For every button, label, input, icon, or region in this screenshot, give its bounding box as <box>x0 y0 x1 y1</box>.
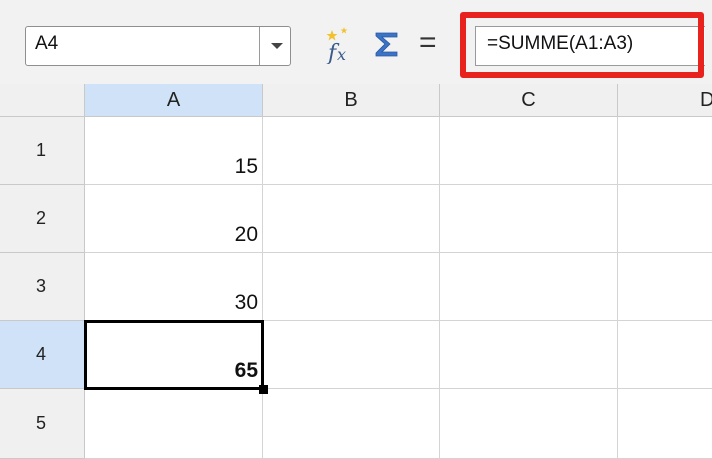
cell-b5[interactable] <box>263 389 440 459</box>
sum-icon[interactable] <box>372 24 402 64</box>
cell-d2[interactable] <box>618 185 712 253</box>
cell-c2[interactable] <box>440 185 618 253</box>
cell-b4[interactable] <box>263 321 440 389</box>
cell-b3[interactable] <box>263 253 440 321</box>
cell-b1[interactable] <box>263 117 440 185</box>
function-wizard-icon[interactable]: f x <box>322 24 358 66</box>
cell-c3[interactable] <box>440 253 618 321</box>
cell-a1-value: 15 <box>234 155 258 178</box>
cell-d5[interactable] <box>618 389 712 459</box>
equals-icon[interactable]: = <box>419 26 437 60</box>
cell-a1[interactable]: 15 <box>85 117 263 185</box>
cell-d3[interactable] <box>618 253 712 321</box>
row-header-2[interactable]: 2 <box>0 185 85 253</box>
cell-a3-value: 30 <box>234 291 258 314</box>
column-header-a[interactable]: A <box>85 84 263 117</box>
name-box-divider <box>259 27 260 65</box>
fill-handle[interactable] <box>259 385 268 394</box>
cell-c4[interactable] <box>440 321 618 389</box>
cell-selection-outline <box>84 320 264 390</box>
formula-bar: A4 f x = =SUMME(A1:A3) <box>0 0 712 85</box>
cell-c5[interactable] <box>440 389 618 459</box>
column-header-b[interactable]: B <box>263 84 440 117</box>
cell-d1[interactable] <box>618 117 712 185</box>
cell-d4[interactable] <box>618 321 712 389</box>
name-box[interactable]: A4 <box>25 26 291 66</box>
cell-b2[interactable] <box>263 185 440 253</box>
row-header-5[interactable]: 5 <box>0 389 85 459</box>
cell-a2[interactable]: 20 <box>85 185 263 253</box>
column-header-d[interactable]: D <box>618 84 712 117</box>
row-header-3[interactable]: 3 <box>0 253 85 321</box>
chevron-down-icon[interactable] <box>264 36 290 56</box>
column-header-c[interactable]: C <box>440 84 618 117</box>
name-box-value: A4 <box>35 33 59 54</box>
spreadsheet-grid: A B C D 1 2 3 4 5 15 20 30 65 <box>0 84 712 459</box>
cell-a5[interactable] <box>85 389 263 459</box>
select-all-corner[interactable] <box>0 84 85 117</box>
row-header-1[interactable]: 1 <box>0 117 85 185</box>
formula-highlight-box <box>460 12 704 78</box>
cell-a2-value: 20 <box>234 223 258 246</box>
cell-a3[interactable]: 30 <box>85 253 263 321</box>
svg-text:x: x <box>337 45 346 64</box>
cell-c1[interactable] <box>440 117 618 185</box>
row-header-4[interactable]: 4 <box>0 321 85 389</box>
